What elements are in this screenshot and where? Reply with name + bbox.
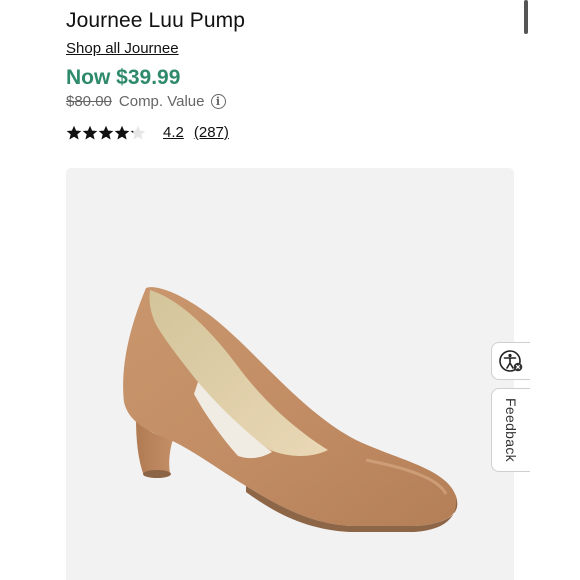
accessibility-icon xyxy=(499,350,523,372)
star-icon xyxy=(66,125,82,139)
shoe-image xyxy=(123,287,458,532)
feedback-label: Feedback xyxy=(503,398,519,462)
review-count-link[interactable]: (287) xyxy=(194,124,229,141)
star-icon xyxy=(114,125,130,139)
product-title: Journee Luu Pump xyxy=(66,9,246,32)
star-rating xyxy=(66,125,146,141)
feedback-tab[interactable]: Feedback xyxy=(491,388,530,472)
shop-all-brand-link[interactable]: Shop all Journee xyxy=(66,40,179,57)
product-image[interactable] xyxy=(66,168,514,580)
comp-value-label: Comp. Value xyxy=(118,93,205,110)
star-icon xyxy=(98,125,114,139)
comp-price: $80.00 xyxy=(66,93,112,110)
rating-row: 4.2 (287) xyxy=(66,124,229,141)
scrollbar-thumb[interactable] xyxy=(524,0,528,34)
now-price: Now $39.99 xyxy=(66,66,181,89)
rating-value[interactable]: 4.2 xyxy=(163,124,184,141)
accessibility-button[interactable] xyxy=(491,342,530,380)
comp-value-row: $80.00 Comp. Value i xyxy=(66,93,226,110)
info-icon[interactable]: i xyxy=(210,94,226,109)
star-icon xyxy=(130,125,146,139)
star-icon xyxy=(82,125,98,139)
